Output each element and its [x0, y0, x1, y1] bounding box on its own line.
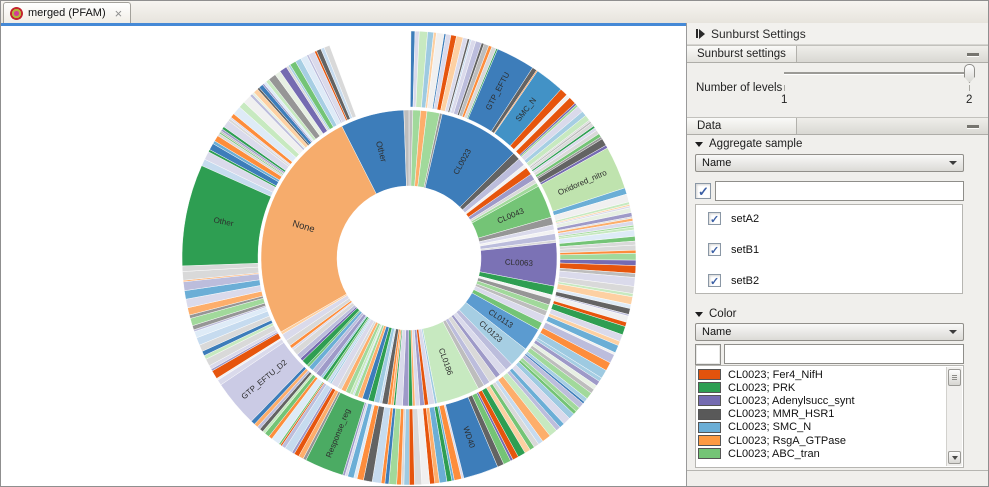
slider-tick-min [784, 85, 785, 91]
data-panel-title: Data [687, 118, 797, 134]
aggregate-name-dropdown[interactable]: Name [695, 154, 964, 172]
color-filter-input[interactable] [724, 344, 964, 364]
legend-color-swatch [698, 422, 721, 433]
aggregate-dropdown-value: Name [702, 157, 731, 169]
color-legend-row[interactable]: CL0023; Adenylsucc_synt [698, 394, 855, 407]
sample-checkbox[interactable] [708, 274, 721, 287]
legend-label: CL0023; Adenylsucc_synt [728, 395, 855, 407]
color-dropdown-value: Name [702, 326, 731, 338]
legend-color-swatch [698, 395, 721, 406]
panel-collapse-icon [696, 29, 705, 39]
legend-label: CL0023; RsgA_GTPase [728, 435, 846, 447]
color-legend-row[interactable]: CL0023; RsgA_GTPase [698, 434, 846, 447]
legend-label: CL0023; ABC_tran [728, 448, 820, 460]
legend-color-swatch [698, 382, 721, 393]
color-legend-row[interactable]: CL0023; MMR_HSR1 [698, 408, 834, 421]
sunburst-settings-panel-header: Sunburst settings [687, 45, 988, 63]
color-list[interactable]: CL0023; ABC_tranCL0023; RsgA_GTPase CL002… [695, 365, 964, 468]
sunburst-canvas: CL0023CL0043CL0063CL0113CL0123CL0186None… [1, 26, 686, 486]
color-swatch-button[interactable] [695, 344, 721, 365]
legend-color-swatch [698, 448, 721, 459]
sunburst-segment-label: CL0063 [505, 258, 534, 268]
chevron-down-icon [949, 161, 957, 165]
number-of-levels-label: Number of levels [696, 82, 782, 94]
sample-row[interactable]: setB2 [708, 274, 759, 287]
minimize-sunburst-settings-button[interactable] [967, 53, 979, 56]
levels-slider-track[interactable] [784, 72, 970, 74]
sample-checkbox[interactable] [708, 243, 721, 256]
color-name-dropdown[interactable]: Name [695, 323, 964, 341]
color-section-toggle[interactable]: Color [695, 308, 736, 320]
color-list-scrollbar[interactable] [946, 367, 962, 466]
triangle-down-icon [695, 142, 703, 147]
arrow-down-icon [952, 456, 958, 460]
tab-merged-pfam[interactable]: merged (PFAM) × [3, 2, 131, 23]
color-section-label: Color [709, 308, 736, 320]
slider-tick-max [969, 85, 970, 91]
levels-slider-thumb[interactable] [964, 64, 975, 83]
sample-row[interactable]: setA2 [708, 212, 759, 225]
sample-filter-input[interactable] [715, 181, 964, 201]
legend-label: CL0023; MMR_HSR1 [728, 408, 834, 420]
sample-label: setA2 [731, 213, 759, 225]
sample-label: setB2 [731, 275, 759, 287]
sample-filter-checkbox[interactable] [695, 183, 711, 199]
color-legend-row[interactable]: CL0023; SMC_N [698, 421, 811, 434]
slider-min-label: 1 [781, 94, 787, 106]
legend-color-swatch [698, 409, 721, 420]
sample-row[interactable]: setB1 [708, 243, 759, 256]
legend-label: CL0023; SMC_N [728, 421, 811, 433]
tab-bar: merged (PFAM) × [1, 1, 988, 23]
sunburst-doc-icon [10, 7, 23, 20]
sample-checkbox[interactable] [708, 212, 721, 225]
legend-label: CL0023; PRK [728, 382, 795, 394]
color-legend-row[interactable]: CL0023; PRK [698, 381, 795, 394]
sunburst-settings-panel-title: Sunburst settings [687, 46, 797, 62]
side-panel: Sunburst Settings Sunburst settings Numb… [686, 23, 988, 486]
scrollbar-thumb[interactable] [948, 369, 961, 386]
sunburst-chart[interactable]: CL0023CL0043CL0063CL0113CL0123CL0186None… [1, 26, 686, 486]
legend-color-swatch [698, 435, 721, 446]
panel-bottom-divider [687, 470, 988, 471]
slider-max-label: 2 [966, 94, 972, 106]
tab-title: merged (PFAM) [28, 7, 106, 19]
side-panel-title: Sunburst Settings [711, 27, 806, 41]
aggregate-section-label: Aggregate sample [709, 138, 802, 150]
legend-color-swatch [698, 369, 721, 380]
minimize-data-button[interactable] [967, 125, 979, 128]
data-panel-header: Data [687, 117, 988, 135]
scroll-down-button[interactable] [948, 451, 961, 464]
aggregate-section-toggle[interactable]: Aggregate sample [695, 138, 802, 150]
sample-list[interactable]: setA2 setB1 setB2 [695, 204, 963, 294]
app-window: merged (PFAM) × CL0023CL0043CL0063CL0113… [0, 0, 989, 487]
triangle-down-icon [695, 312, 703, 317]
color-legend-row[interactable]: CL0023; ABC_tran [698, 447, 820, 460]
tab-close-icon[interactable]: × [115, 8, 123, 19]
color-legend-row[interactable]: CL0023; Fer4_NifH [698, 368, 823, 381]
chevron-down-icon [949, 330, 957, 334]
sample-label: setB1 [731, 244, 759, 256]
legend-label: CL0023; Fer4_NifH [728, 369, 823, 381]
side-panel-header[interactable]: Sunburst Settings [687, 23, 988, 45]
